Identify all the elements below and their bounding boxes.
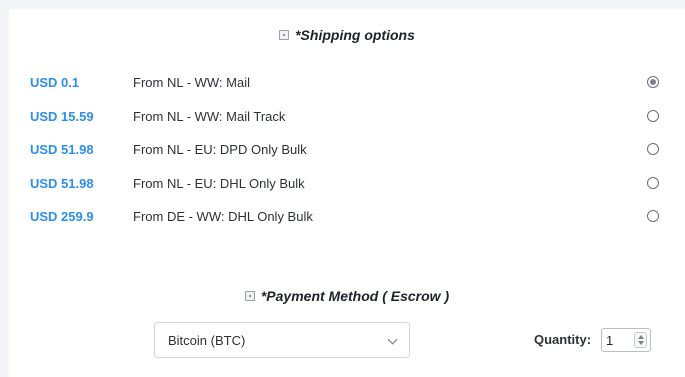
shipping-method-label: From NL - WW: Mail Track bbox=[133, 109, 286, 124]
shipping-price: USD 51.98 bbox=[30, 142, 94, 157]
quantity-input[interactable]: 1 bbox=[601, 328, 651, 352]
shipping-radio[interactable] bbox=[647, 110, 659, 122]
shipping-option-row[interactable]: USD 259.9 From DE - WW: DHL Only Bulk bbox=[9, 205, 685, 231]
shipping-method-label: From NL - EU: DPD Only Bulk bbox=[133, 142, 307, 157]
shipping-price: USD 51.98 bbox=[30, 176, 94, 191]
quantity-value: 1 bbox=[606, 333, 614, 348]
shipping-option-row[interactable]: USD 15.59 From NL - WW: Mail Track bbox=[9, 105, 685, 131]
shipping-method-label: From DE - WW: DHL Only Bulk bbox=[133, 209, 313, 224]
shipping-price: USD 259.9 bbox=[30, 209, 94, 224]
chevron-down-icon bbox=[387, 334, 398, 345]
shipping-radio[interactable] bbox=[647, 177, 659, 189]
shipping-price: USD 0.1 bbox=[30, 75, 80, 90]
shipping-radio[interactable] bbox=[647, 210, 659, 222]
quantity-label: Quantity: bbox=[534, 332, 592, 347]
payment-method-title: *Payment Method ( Escrow ) bbox=[260, 288, 450, 304]
shipping-price: USD 15.59 bbox=[30, 109, 94, 124]
shipping-radio[interactable] bbox=[647, 143, 659, 155]
shipping-option-row[interactable]: USD 51.98 From NL - EU: DPD Only Bulk bbox=[9, 138, 685, 164]
payment-method-value: Bitcoin (BTC) bbox=[168, 333, 246, 348]
collapse-icon[interactable] bbox=[244, 291, 255, 301]
quantity-stepper[interactable] bbox=[634, 332, 647, 348]
shipping-method-label: From NL - WW: Mail bbox=[133, 75, 250, 90]
shipping-method-label: From NL - EU: DHL Only Bulk bbox=[133, 176, 305, 191]
shipping-option-row[interactable]: USD 0.1 From NL - WW: Mail bbox=[9, 71, 685, 97]
payment-method-heading: *Payment Method ( Escrow ) bbox=[9, 288, 685, 304]
payment-method-select[interactable]: Bitcoin (BTC) bbox=[154, 322, 410, 358]
shipping-options-title: *Shipping options bbox=[295, 27, 415, 43]
order-panel: *Shipping options USD 0.1 From NL - WW: … bbox=[9, 9, 685, 377]
shipping-options-heading: *Shipping options bbox=[9, 27, 685, 43]
collapse-icon[interactable] bbox=[279, 30, 290, 40]
shipping-radio-selected[interactable] bbox=[647, 76, 659, 88]
shipping-option-row[interactable]: USD 51.98 From NL - EU: DHL Only Bulk bbox=[9, 172, 685, 198]
